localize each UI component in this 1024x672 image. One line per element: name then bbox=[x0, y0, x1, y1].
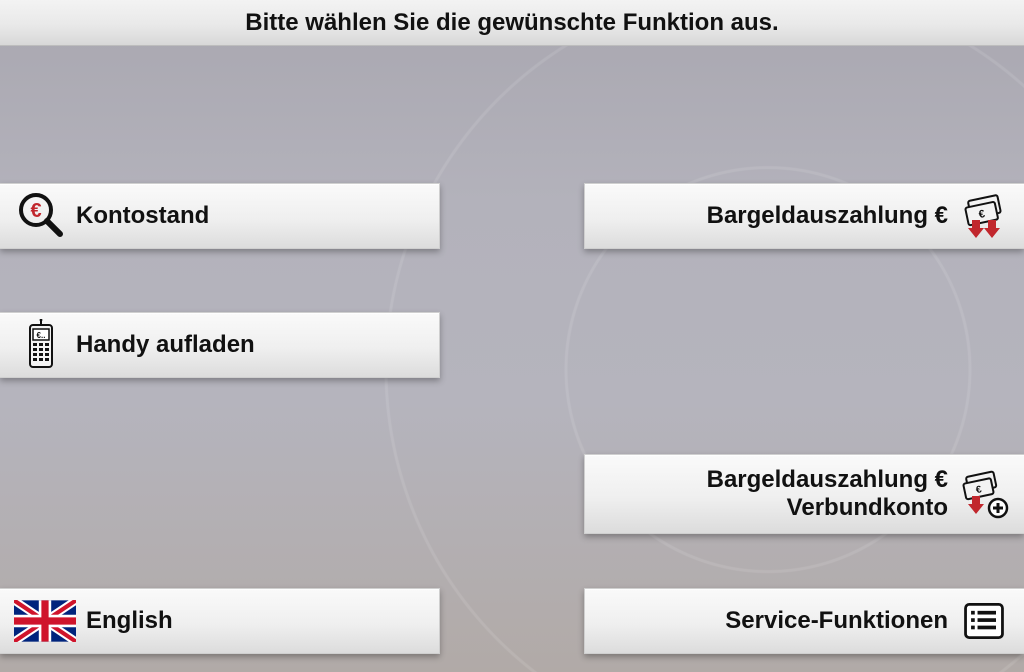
withdraw-label: Bargeldauszahlung € bbox=[707, 204, 948, 228]
withdraw-button[interactable]: Bargeldauszahlung € € bbox=[584, 183, 1024, 249]
header-title: Bitte wählen Sie die gewünschte Funktion… bbox=[245, 9, 778, 37]
list-icon bbox=[958, 595, 1010, 647]
svg-text:€..: €.. bbox=[37, 331, 46, 340]
euro-magnifier-icon: € bbox=[14, 190, 66, 242]
balance-button[interactable]: € Kontostand bbox=[0, 183, 440, 249]
cash-out-plus-icon: € bbox=[958, 468, 1010, 520]
cash-out-icon: € bbox=[958, 190, 1010, 242]
mobile-phone-icon: €.. bbox=[14, 319, 66, 371]
withdraw-linked-button[interactable]: Bargeldauszahlung € Verbundkonto € bbox=[584, 454, 1024, 534]
english-button[interactable]: English bbox=[0, 588, 440, 654]
topup-label: Handy aufladen bbox=[76, 333, 255, 357]
balance-label: Kontostand bbox=[76, 204, 209, 228]
header-bar: Bitte wählen Sie die gewünschte Funktion… bbox=[0, 0, 1024, 46]
service-button[interactable]: Service-Funktionen bbox=[584, 588, 1024, 654]
svg-text:€: € bbox=[30, 200, 41, 222]
english-label: English bbox=[86, 609, 173, 633]
service-label: Service-Funktionen bbox=[725, 609, 948, 633]
topup-button[interactable]: €.. Handy aufladen bbox=[0, 312, 440, 378]
uk-flag-icon bbox=[14, 595, 76, 647]
withdraw-linked-label: Bargeldauszahlung € Verbundkonto bbox=[707, 466, 948, 521]
